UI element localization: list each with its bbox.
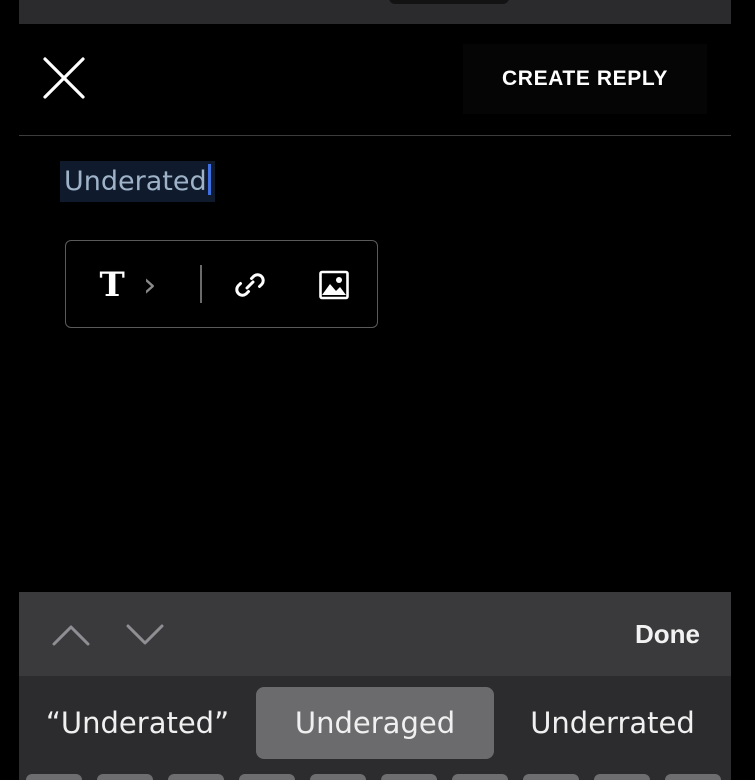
insert-link-button[interactable] [226, 241, 274, 329]
status-strip [19, 0, 731, 24]
keyboard-key[interactable] [665, 774, 721, 780]
link-icon [235, 273, 265, 297]
text-format-icon: T [99, 265, 125, 305]
reply-text-input[interactable]: Underated [60, 161, 215, 202]
toolbar-divider [200, 265, 202, 303]
done-button[interactable]: Done [635, 614, 700, 654]
insert-image-button[interactable] [310, 241, 358, 329]
keyboard-key[interactable] [523, 774, 579, 780]
suggestion-item-selected[interactable]: Underaged [256, 687, 494, 759]
suggestion-item[interactable]: “Underated” [19, 687, 256, 759]
keyboard-key[interactable] [239, 774, 295, 780]
chevron-up-icon [52, 625, 90, 646]
chevron-right-icon: › [142, 265, 157, 305]
keyboard-key[interactable] [594, 774, 650, 780]
previous-field-button[interactable] [51, 616, 91, 652]
formatting-toolbar: T › [65, 240, 378, 328]
next-field-button[interactable] [125, 616, 165, 652]
reply-editor[interactable]: Underated T › [19, 137, 731, 592]
screen-edge-right [731, 0, 755, 780]
title-remnant [389, 0, 509, 4]
keyboard-accessory-bar: Done [19, 592, 731, 676]
text-caret [207, 164, 211, 195]
text-format-button[interactable]: T › [88, 241, 168, 329]
keyboard-key-row [26, 774, 726, 780]
close-icon [43, 57, 85, 99]
keyboard-key[interactable] [26, 774, 82, 780]
create-reply-button[interactable]: CREATE REPLY [463, 44, 707, 114]
reply-text: Underated [64, 166, 207, 197]
close-button[interactable] [41, 55, 87, 101]
chevron-down-icon [126, 624, 164, 645]
predictive-text-bar: “Underated” Underaged Underrated [19, 676, 731, 780]
keyboard-key[interactable] [381, 774, 437, 780]
keyboard-key[interactable] [97, 774, 153, 780]
suggestion-item[interactable]: Underrated [494, 687, 731, 759]
image-icon [319, 270, 349, 300]
keyboard-key[interactable] [310, 774, 366, 780]
screen-edge-left [0, 0, 19, 780]
keyboard-key[interactable] [168, 774, 224, 780]
reply-header: CREATE REPLY [19, 24, 731, 136]
keyboard-key[interactable] [452, 774, 508, 780]
